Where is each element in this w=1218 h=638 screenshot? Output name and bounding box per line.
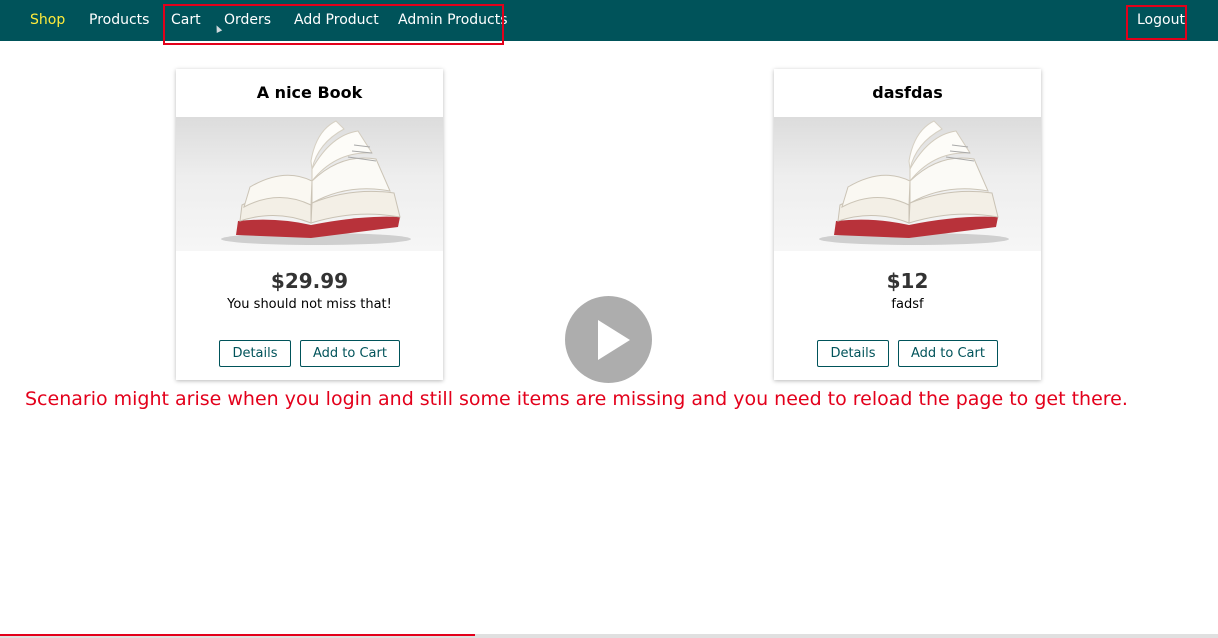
top-navigation: Shop Products Cart Orders Add Product Ad… bbox=[0, 0, 1218, 41]
add-to-cart-button[interactable]: Add to Cart bbox=[898, 340, 998, 367]
nav-products-link[interactable]: Products bbox=[89, 10, 149, 30]
video-progress-fill bbox=[0, 634, 476, 636]
nav-logout-link[interactable]: Logout bbox=[1137, 10, 1185, 30]
video-caption: Scenario might arise when you login and … bbox=[25, 388, 1128, 410]
open-book-icon bbox=[819, 120, 1009, 245]
details-button[interactable]: Details bbox=[219, 340, 291, 367]
video-play-button[interactable] bbox=[565, 296, 652, 383]
nav-orders-link[interactable]: Orders bbox=[224, 10, 271, 30]
product-description: fadsf bbox=[891, 297, 924, 312]
product-image bbox=[176, 117, 443, 251]
add-to-cart-button[interactable]: Add to Cart bbox=[300, 340, 400, 367]
product-image bbox=[774, 117, 1041, 251]
nav-cart-link[interactable]: Cart bbox=[171, 10, 201, 30]
product-title: dasfdas bbox=[872, 83, 943, 102]
open-book-icon bbox=[221, 120, 411, 245]
video-progress-bar[interactable] bbox=[0, 634, 1218, 638]
product-price: $12 bbox=[886, 269, 929, 293]
product-description: You should not miss that! bbox=[227, 297, 392, 312]
product-price: $29.99 bbox=[270, 269, 349, 293]
details-button[interactable]: Details bbox=[817, 340, 889, 367]
nav-add-product-link[interactable]: Add Product bbox=[294, 10, 379, 30]
nav-shop-link[interactable]: Shop bbox=[30, 10, 65, 30]
product-card: dasfdas $12 fadsf Details Add to Cart bbox=[774, 69, 1041, 380]
play-icon bbox=[598, 320, 630, 360]
product-card: A nice Book $29.99 You should not miss t… bbox=[176, 69, 443, 380]
nav-admin-products-link[interactable]: Admin Products bbox=[398, 10, 508, 30]
product-title: A nice Book bbox=[256, 83, 363, 102]
